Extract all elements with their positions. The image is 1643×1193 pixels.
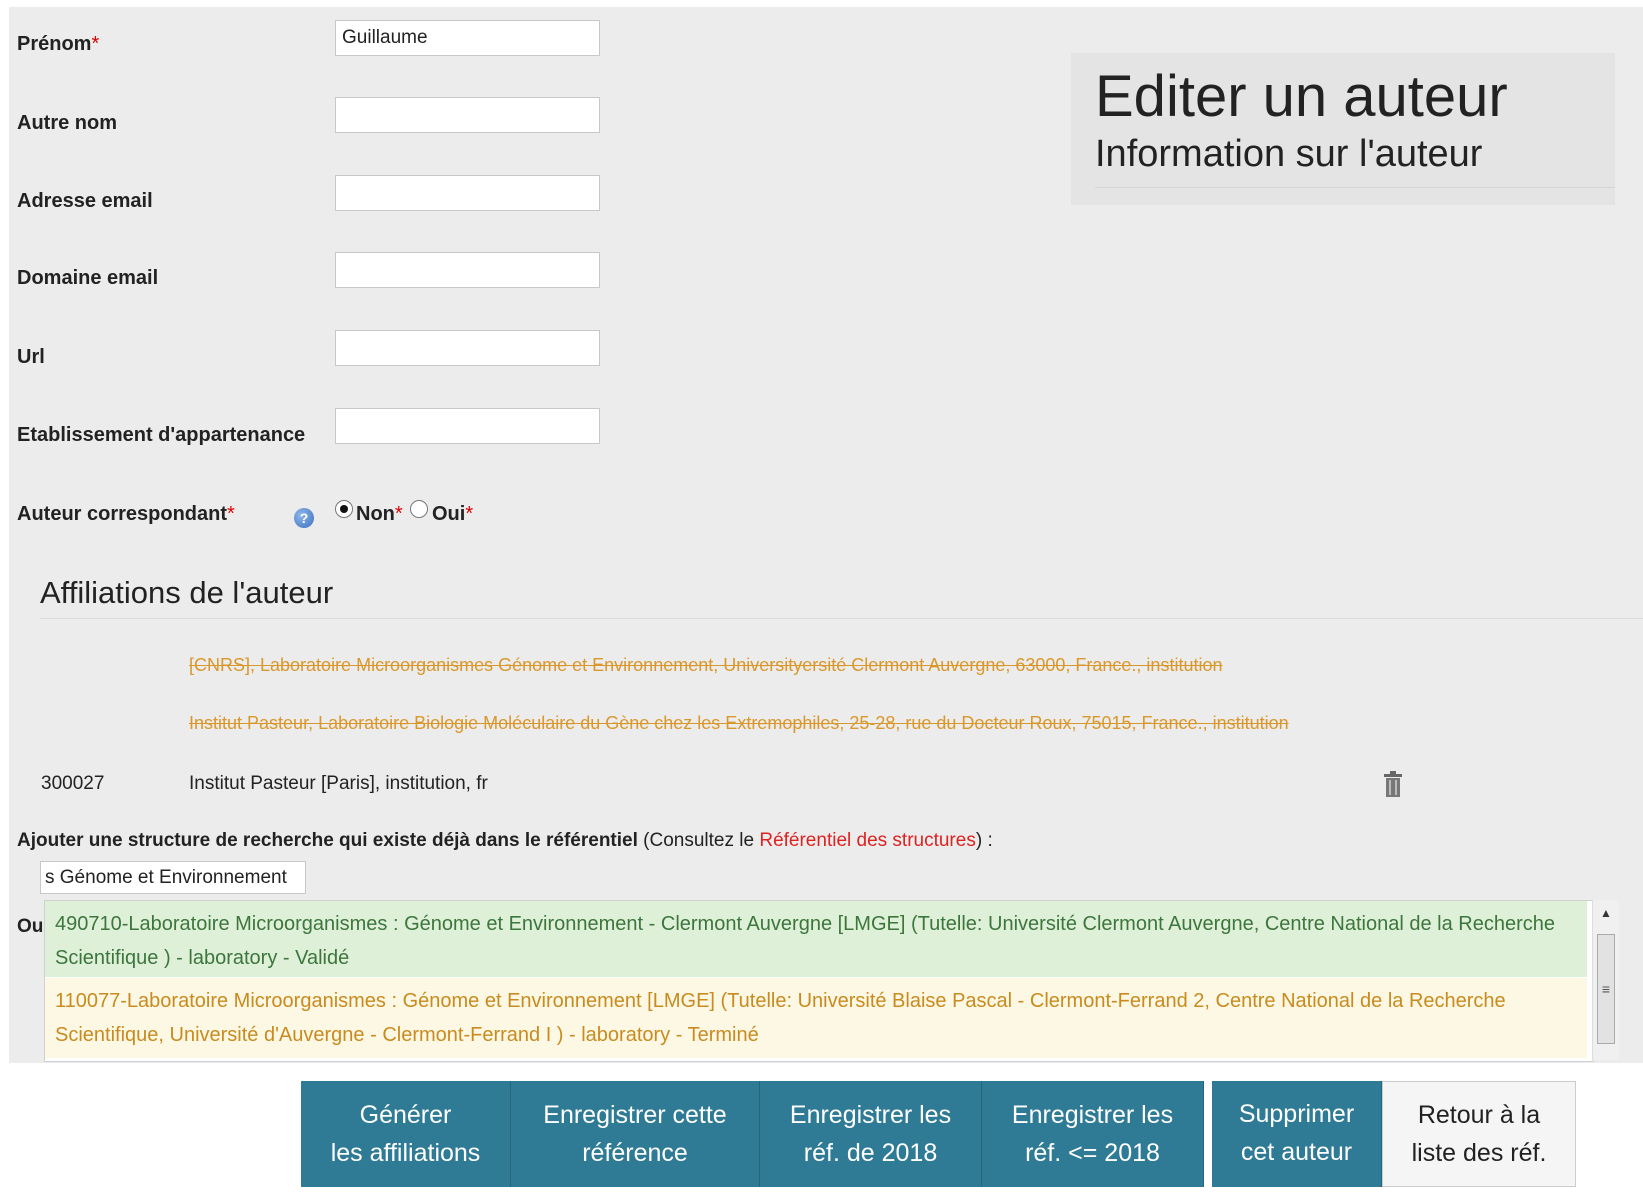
- auteur-correspondant-text: Auteur correspondant: [17, 503, 228, 525]
- enregistrer-le-2018-button[interactable]: Enregistrer les réf. <= 2018: [982, 1081, 1204, 1187]
- add-structure-paren-close: ) :: [975, 830, 993, 851]
- enregistrer-2018-button[interactable]: Enregistrer les réf. de 2018: [760, 1081, 982, 1187]
- etablissement-input[interactable]: [335, 408, 600, 444]
- url-label: Url: [17, 346, 45, 368]
- affiliations-heading: Affiliations de l'auteur: [40, 575, 334, 610]
- required-marker: *: [465, 503, 474, 525]
- button-line: réf. <= 2018: [1025, 1139, 1160, 1167]
- button-line: cet auteur: [1240, 1138, 1353, 1166]
- removed-affiliation: [CNRS], Laboratoire Microorganismes Géno…: [189, 655, 1223, 675]
- autre-nom-input[interactable]: [335, 97, 600, 133]
- etablissement-label: Etablissement d'appartenance: [17, 424, 306, 446]
- scroll-thumb[interactable]: ≡: [1597, 934, 1615, 1044]
- enregistrer-reference-button[interactable]: Enregistrer cette référence: [511, 1081, 760, 1187]
- button-line: Générer: [359, 1101, 452, 1129]
- radio-non-label: Non*: [356, 503, 403, 526]
- prenom-label-text: Prénom: [17, 33, 92, 55]
- add-structure-text: Ajouter une structure de recherche qui e…: [17, 830, 638, 851]
- removed-affiliation: Institut Pasteur, Laboratoire Biologie M…: [189, 713, 1289, 733]
- retour-liste-button[interactable]: Retour à la liste des réf.: [1382, 1081, 1576, 1187]
- autocomplete-dropdown[interactable]: 490710-Laboratoire Microorganismes : Gén…: [44, 900, 1594, 1062]
- radio-non[interactable]: [335, 500, 353, 518]
- referentiel-link[interactable]: Référentiel des structures: [759, 830, 976, 851]
- autre-nom-label: Autre nom: [17, 112, 117, 134]
- required-marker: *: [227, 503, 235, 525]
- button-line: les affiliations: [330, 1139, 481, 1167]
- button-line: Retour à la: [1417, 1101, 1541, 1129]
- trash-icon[interactable]: [1383, 771, 1403, 797]
- suggestion-item[interactable]: 490710-Laboratoire Microorganismes : Gén…: [45, 901, 1587, 977]
- button-line: Supprimer: [1238, 1100, 1355, 1128]
- supprimer-auteur-button[interactable]: Supprimer cet auteur: [1212, 1081, 1382, 1187]
- suggestion-item[interactable]: 110077-Laboratoire Microorganismes : Gén…: [45, 978, 1587, 1058]
- add-structure-label: Ajouter une structure de recherche qui e…: [17, 830, 993, 852]
- structure-search-input[interactable]: [40, 861, 306, 894]
- page-title: Editer un auteur: [1095, 64, 1508, 129]
- email-input[interactable]: [335, 175, 600, 211]
- button-line: Enregistrer cette: [543, 1101, 727, 1129]
- radio-oui-label: Oui*: [432, 503, 473, 526]
- affiliation-id: 300027: [41, 773, 105, 794]
- scroll-up-icon[interactable]: ▲: [1593, 900, 1619, 926]
- domaine-email-label: Domaine email: [17, 267, 159, 289]
- button-line: liste des réf.: [1411, 1139, 1547, 1167]
- required-marker: *: [91, 33, 100, 55]
- button-line: Enregistrer les: [1011, 1101, 1174, 1129]
- dropdown-scrollbar[interactable]: ▲ ≡: [1592, 900, 1619, 1060]
- url-input[interactable]: [335, 330, 600, 366]
- domaine-email-input[interactable]: [335, 252, 600, 288]
- add-structure-paren: (Consultez le: [637, 830, 760, 851]
- generer-affiliations-button[interactable]: Générer les affiliations: [301, 1081, 511, 1187]
- radio-oui-text: Oui: [432, 503, 466, 525]
- email-label: Adresse email: [17, 190, 153, 212]
- editor-heading-panel: Editer un auteur Information sur l'auteu…: [1071, 53, 1615, 205]
- prenom-input[interactable]: [335, 20, 600, 56]
- button-line: référence: [582, 1139, 688, 1167]
- ou-label: Ou: [17, 916, 44, 937]
- affiliation-text: Institut Pasteur [Paris], institution, f…: [189, 773, 488, 794]
- required-marker: *: [394, 503, 403, 525]
- divider: [1095, 187, 1615, 188]
- auteur-correspondant-label: Auteur correspondant*: [17, 503, 235, 526]
- divider: [40, 618, 1643, 619]
- button-line: réf. de 2018: [803, 1139, 938, 1167]
- page-subtitle: Information sur l'auteur: [1095, 133, 1483, 175]
- prenom-label: Prénom*: [17, 33, 99, 56]
- radio-non-text: Non: [356, 503, 395, 525]
- question-circle-icon[interactable]: ?: [294, 508, 314, 528]
- radio-oui[interactable]: [410, 500, 428, 518]
- button-line: Enregistrer les: [789, 1101, 952, 1129]
